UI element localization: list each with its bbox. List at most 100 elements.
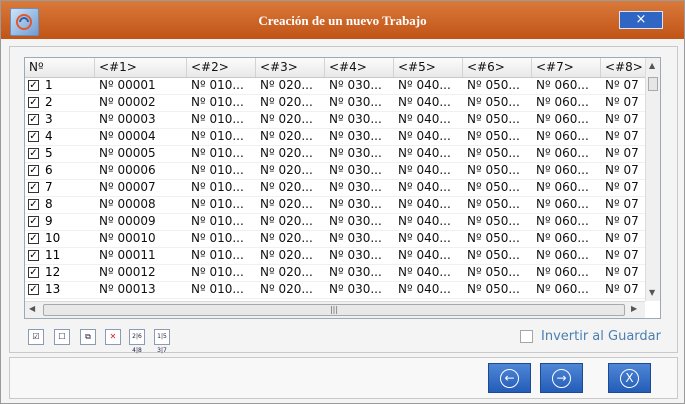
table-row[interactable]: ✓ 3 Nº 00003 Nº 010... Nº 020... Nº 030... Nº … xyxy=(25,111,645,129)
table-cell[interactable]: Nº 050... xyxy=(463,145,532,162)
column-header[interactable]: <#5> xyxy=(394,58,463,77)
table-row[interactable]: ✓ 8 Nº 00008 Nº 010... Nº 020... Nº 030... Nº … xyxy=(25,196,645,214)
table-cell[interactable]: Nº 030... xyxy=(325,247,394,264)
table-cell[interactable]: Nº 00009 xyxy=(95,213,187,230)
table-cell[interactable]: Nº 050... xyxy=(463,111,532,128)
table-cell[interactable]: Nº 050... xyxy=(463,162,532,179)
table-cell[interactable]: Nº 00008 xyxy=(95,196,187,213)
row-checkbox[interactable]: ✓ xyxy=(28,267,39,278)
table-cell[interactable]: Nº 050... xyxy=(463,264,532,281)
column-header[interactable]: <#4> xyxy=(325,58,394,77)
table-row[interactable]: ✓ 11 Nº 00011 Nº 010... Nº 020... Nº 030... Nº… xyxy=(25,247,645,265)
table-cell[interactable]: Nº 030... xyxy=(325,213,394,230)
table-cell[interactable]: Nº 060... xyxy=(532,213,601,230)
table-cell[interactable]: Nº 00013 xyxy=(95,281,187,298)
row-checkbox[interactable]: ✓ xyxy=(28,131,39,142)
table-cell[interactable]: Nº 030... xyxy=(325,77,394,94)
table-cell[interactable]: Nº 060... xyxy=(532,264,601,281)
table-cell[interactable]: Nº 07 xyxy=(601,94,651,111)
table-cell[interactable]: Nº 040... xyxy=(394,213,463,230)
vertical-scrollbar[interactable]: ▲ ▼ xyxy=(645,58,660,301)
table-cell[interactable]: Nº 07 xyxy=(601,77,651,94)
table-cell[interactable]: Nº 00002 xyxy=(95,94,187,111)
table-cell[interactable]: Nº 060... xyxy=(532,179,601,196)
table-cell[interactable]: Nº 030... xyxy=(325,196,394,213)
table-cell[interactable]: Nº 07 xyxy=(601,230,651,247)
table-cell[interactable]: Nº 050... xyxy=(463,230,532,247)
table-cell[interactable]: Nº 040... xyxy=(394,145,463,162)
scroll-right-icon[interactable]: ▶ xyxy=(631,304,637,313)
table-cell[interactable]: Nº 020... xyxy=(256,196,325,213)
table-cell[interactable]: Nº 020... xyxy=(256,264,325,281)
row-checkbox[interactable]: ✓ xyxy=(28,216,39,227)
close-button[interactable]: × xyxy=(619,11,663,29)
table-row[interactable]: ✓ 12 Nº 00012 Nº 010... Nº 020... Nº 030... Nº… xyxy=(25,264,645,282)
table-cell[interactable]: Nº 010... xyxy=(187,77,256,94)
table-cell[interactable]: Nº 050... xyxy=(463,196,532,213)
scroll-down-icon[interactable]: ▼ xyxy=(649,288,655,297)
table-cell[interactable]: Nº 040... xyxy=(394,247,463,264)
table-cell[interactable]: Nº 00005 xyxy=(95,145,187,162)
invert-checkbox[interactable] xyxy=(520,330,533,343)
table-row[interactable]: ✓ 13 Nº 00013 Nº 010... Nº 020... Nº 030... Nº… xyxy=(25,281,645,299)
horizontal-scroll-thumb[interactable]: ||| xyxy=(43,304,625,316)
table-cell[interactable]: Nº 030... xyxy=(325,111,394,128)
table-cell[interactable]: Nº 00006 xyxy=(95,162,187,179)
back-button[interactable]: ← xyxy=(488,363,531,393)
horizontal-scrollbar[interactable]: ◀ ||| ▶ xyxy=(25,301,645,318)
table-cell[interactable]: Nº 010... xyxy=(187,94,256,111)
table-cell[interactable]: Nº 020... xyxy=(256,111,325,128)
table-cell[interactable]: Nº 050... xyxy=(463,281,532,298)
delete-icon[interactable]: ✕ xyxy=(105,329,121,345)
table-cell[interactable]: Nº 020... xyxy=(256,281,325,298)
table-cell[interactable]: Nº 030... xyxy=(325,281,394,298)
table-row[interactable]: ✓ 1 Nº 00001 Nº 010... Nº 020... Nº 030... Nº … xyxy=(25,77,645,95)
table-row[interactable]: ✓ 2 Nº 00002 Nº 010... Nº 020... Nº 030... Nº … xyxy=(25,94,645,112)
table-cell[interactable]: Nº 040... xyxy=(394,196,463,213)
table-cell[interactable]: Nº 040... xyxy=(394,128,463,145)
table-cell[interactable]: Nº 060... xyxy=(532,196,601,213)
table-cell[interactable]: Nº 060... xyxy=(532,247,601,264)
table-cell[interactable]: Nº 010... xyxy=(187,179,256,196)
column-header[interactable]: <#1> xyxy=(95,58,187,77)
table-cell[interactable]: Nº 010... xyxy=(187,145,256,162)
table-cell[interactable]: Nº 020... xyxy=(256,179,325,196)
job-grid[interactable]: Nº <#1> <#2> <#3> <#4> <#5> <#6> <#7> <#8> ✓ 1 Nº … xyxy=(24,57,661,319)
column-header[interactable]: <#2> xyxy=(187,58,256,77)
table-cell[interactable]: Nº 050... xyxy=(463,179,532,196)
table-cell[interactable]: Nº 010... xyxy=(187,128,256,145)
table-cell[interactable]: Nº 020... xyxy=(256,162,325,179)
table-cell[interactable]: Nº 020... xyxy=(256,94,325,111)
table-cell[interactable]: Nº 050... xyxy=(463,128,532,145)
table-cell[interactable]: Nº 040... xyxy=(394,230,463,247)
vertical-scroll-thumb[interactable] xyxy=(648,77,658,91)
row-checkbox[interactable]: ✓ xyxy=(28,284,39,295)
sequence-icon[interactable]: 1|5 3|7 xyxy=(154,329,170,354)
table-cell[interactable]: Nº 030... xyxy=(325,179,394,196)
column-header[interactable]: <#8> xyxy=(601,58,651,77)
table-row[interactable]: ✓ 9 Nº 00009 Nº 010... Nº 020... Nº 030... Nº … xyxy=(25,213,645,231)
table-cell[interactable]: Nº 00007 xyxy=(95,179,187,196)
row-checkbox[interactable]: ✓ xyxy=(28,97,39,108)
table-cell[interactable]: Nº 040... xyxy=(394,77,463,94)
cancel-button[interactable]: X xyxy=(608,363,651,393)
uncheck-all-icon[interactable]: ☐ xyxy=(54,329,70,345)
toggle-check-icon[interactable]: ⧉ xyxy=(80,329,96,345)
scroll-left-icon[interactable]: ◀ xyxy=(29,304,35,313)
table-cell[interactable]: Nº 050... xyxy=(463,77,532,94)
table-cell[interactable]: Nº 010... xyxy=(187,111,256,128)
table-cell[interactable]: Nº 010... xyxy=(187,247,256,264)
table-row[interactable]: ✓ 5 Nº 00005 Nº 010... Nº 020... Nº 030... Nº … xyxy=(25,145,645,163)
table-cell[interactable]: Nº 060... xyxy=(532,281,601,298)
table-cell[interactable]: Nº 020... xyxy=(256,145,325,162)
table-cell[interactable]: Nº 07 xyxy=(601,213,651,230)
table-cell[interactable]: Nº 00012 xyxy=(95,264,187,281)
column-header[interactable]: <#7> xyxy=(532,58,601,77)
table-cell[interactable]: Nº 030... xyxy=(325,264,394,281)
table-cell[interactable]: Nº 010... xyxy=(187,162,256,179)
table-cell[interactable]: Nº 00011 xyxy=(95,247,187,264)
table-cell[interactable]: Nº 060... xyxy=(532,77,601,94)
table-cell[interactable]: Nº 07 xyxy=(601,264,651,281)
table-cell[interactable]: Nº 07 xyxy=(601,179,651,196)
table-cell[interactable]: Nº 060... xyxy=(532,230,601,247)
